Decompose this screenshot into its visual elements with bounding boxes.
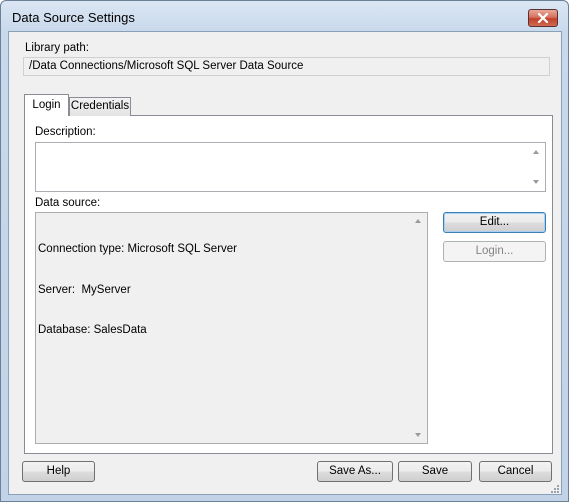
library-path-field: /Data Connections/Microsoft SQL Server D… (23, 57, 550, 76)
resize-grip-icon[interactable] (550, 483, 560, 493)
scroll-down-arrow-icon[interactable] (415, 433, 421, 437)
description-textarea[interactable] (35, 142, 546, 192)
data-source-info-box: Connection type: Microsoft SQL Server Se… (35, 212, 428, 444)
help-button[interactable]: Help (22, 461, 95, 482)
dialog-body: Library path: /Data Connections/Microsof… (8, 31, 562, 495)
data-source-details: Connection type: Microsoft SQL Server Se… (38, 216, 237, 365)
login-button[interactable]: Login... (443, 241, 546, 262)
save-button[interactable]: Save (398, 461, 472, 482)
tab-credentials[interactable]: Credentials (69, 97, 131, 116)
edit-button[interactable]: Edit... (443, 212, 546, 233)
data-source-scrollbar[interactable] (411, 213, 427, 443)
cancel-button[interactable]: Cancel (479, 461, 552, 482)
library-path-label: Library path: (25, 42, 89, 54)
description-scrollbar[interactable] (529, 143, 545, 191)
scroll-up-arrow-icon[interactable] (415, 219, 421, 223)
scroll-down-arrow-icon[interactable] (533, 180, 539, 184)
save-as-button[interactable]: Save As... (317, 461, 393, 482)
connection-type-line: Connection type: Microsoft SQL Server (38, 243, 237, 255)
database-line: Database: SalesData (38, 324, 147, 336)
title-bar[interactable]: Data Source Settings (1, 1, 568, 31)
dialog-window: Data Source Settings Library path: /Data… (0, 0, 569, 502)
data-source-label: Data source: (35, 197, 101, 209)
login-tab-panel: Description: Data source: Connection typ… (24, 115, 553, 454)
server-line: Server: MyServer (38, 283, 131, 296)
description-label: Description: (35, 126, 96, 138)
window-title: Data Source Settings (12, 10, 135, 25)
scroll-up-arrow-icon[interactable] (533, 150, 539, 154)
close-button[interactable] (528, 9, 558, 27)
tab-login[interactable]: Login (24, 94, 69, 116)
close-icon (537, 13, 549, 23)
